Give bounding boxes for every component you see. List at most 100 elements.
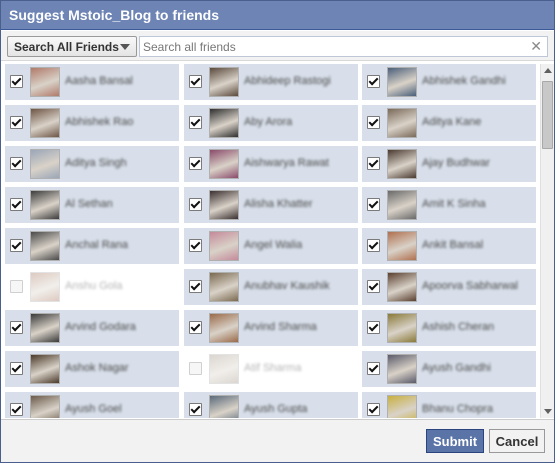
friend-name: Ankit Bansal: [422, 239, 484, 251]
friend-item[interactable]: Anubhav Kaushik: [184, 269, 358, 305]
friend-name: Anshu Gola: [65, 280, 123, 292]
friend-item[interactable]: Arvind Sharma: [184, 310, 358, 346]
avatar: [209, 354, 239, 384]
search-input[interactable]: [140, 37, 525, 56]
avatar: [209, 149, 239, 179]
friend-checkbox[interactable]: [367, 280, 380, 293]
friend-item[interactable]: Abhishek Gandhi: [362, 64, 536, 100]
friend-item[interactable]: Ayush Goel: [5, 392, 179, 418]
friend-checkbox[interactable]: [189, 116, 202, 129]
submit-button[interactable]: Submit: [426, 429, 484, 453]
avatar: [209, 190, 239, 220]
friend-name: Ashok Nagar: [65, 362, 129, 374]
avatar: [209, 395, 239, 418]
friend-item[interactable]: Amit K Sinha: [362, 187, 536, 223]
avatar: [30, 313, 60, 343]
avatar: [209, 272, 239, 302]
avatar: [30, 108, 60, 138]
avatar: [387, 272, 417, 302]
friend-checkbox[interactable]: [367, 157, 380, 170]
friend-item[interactable]: Ajay Budhwar: [362, 146, 536, 182]
friend-item[interactable]: Arvind Godara: [5, 310, 179, 346]
friend-checkbox[interactable]: [367, 198, 380, 211]
scroll-up-arrow-icon[interactable]: [544, 68, 552, 73]
friend-checkbox[interactable]: [367, 75, 380, 88]
scrollbar-thumb[interactable]: [542, 81, 553, 149]
friend-checkbox[interactable]: [10, 75, 23, 88]
friend-item[interactable]: Ankit Bansal: [362, 228, 536, 264]
scroll-down-arrow-icon[interactable]: [544, 409, 552, 414]
friend-checkbox[interactable]: [10, 321, 23, 334]
friend-item[interactable]: Al Sethan: [5, 187, 179, 223]
friend-checkbox[interactable]: [367, 362, 380, 375]
friend-checkbox[interactable]: [367, 239, 380, 252]
friend-item[interactable]: Atif Sharma: [184, 351, 358, 387]
friend-checkbox[interactable]: [10, 280, 23, 293]
friend-item[interactable]: Aby Arora: [184, 105, 358, 141]
friend-list[interactable]: Aasha Bansal Abhideep Rastogi Abhishek Gan…: [5, 64, 554, 418]
friend-name: Ayush Gandhi: [422, 362, 491, 374]
friend-name: Anubhav Kaushik: [244, 280, 330, 292]
avatar: [209, 108, 239, 138]
avatar: [387, 108, 417, 138]
friend-checkbox[interactable]: [189, 280, 202, 293]
friend-checkbox[interactable]: [189, 198, 202, 211]
friend-item[interactable]: Abhishek Rao: [5, 105, 179, 141]
avatar: [209, 67, 239, 97]
friend-item[interactable]: Bhanu Chopra: [362, 392, 536, 418]
friend-checkbox[interactable]: [10, 403, 23, 416]
friend-item[interactable]: Ayush Gupta: [184, 392, 358, 418]
cancel-button[interactable]: Cancel: [489, 429, 545, 453]
friend-checkbox[interactable]: [367, 116, 380, 129]
friend-checkbox[interactable]: [189, 321, 202, 334]
avatar: [387, 354, 417, 384]
friend-checkbox[interactable]: [189, 403, 202, 416]
avatar: [30, 272, 60, 302]
avatar: [209, 231, 239, 261]
avatar: [387, 67, 417, 97]
friend-checkbox[interactable]: [189, 75, 202, 88]
friend-item[interactable]: Ashish Cheran: [362, 310, 536, 346]
friend-name: Angel Walia: [244, 239, 303, 251]
friend-item[interactable]: Ayush Gandhi: [362, 351, 536, 387]
friend-item[interactable]: Anshu Gola: [5, 269, 179, 305]
friend-item[interactable]: Aditya Singh: [5, 146, 179, 182]
avatar: [30, 67, 60, 97]
friend-item[interactable]: Aditya Kane: [362, 105, 536, 141]
friend-checkbox[interactable]: [189, 239, 202, 252]
friend-name: Atif Sharma: [244, 362, 302, 374]
friend-item[interactable]: Aishwarya Rawat: [184, 146, 358, 182]
friend-checkbox[interactable]: [10, 116, 23, 129]
friend-item[interactable]: Angel Walia: [184, 228, 358, 264]
friend-name: Ayush Gupta: [244, 403, 308, 415]
friend-checkbox[interactable]: [367, 321, 380, 334]
friend-item[interactable]: Abhideep Rastogi: [184, 64, 358, 100]
dialog-footer: Submit Cancel: [1, 419, 554, 462]
friend-checkbox[interactable]: [10, 362, 23, 375]
friend-checkbox[interactable]: [10, 198, 23, 211]
friend-checkbox[interactable]: [189, 157, 202, 170]
friend-name: Bhanu Chopra: [422, 403, 493, 415]
dialog-title-bar: Suggest Mstoic_Blog to friends: [1, 1, 554, 30]
avatar: [387, 313, 417, 343]
friend-checkbox[interactable]: [10, 157, 23, 170]
friend-checkbox[interactable]: [10, 239, 23, 252]
friend-item[interactable]: Aasha Bansal: [5, 64, 179, 100]
avatar: [387, 231, 417, 261]
friend-item[interactable]: Alisha Khatter: [184, 187, 358, 223]
close-icon[interactable]: ✕: [530, 38, 542, 55]
dialog-title: Suggest Mstoic_Blog to friends: [9, 7, 220, 23]
friend-item[interactable]: Anchal Rana: [5, 228, 179, 264]
friend-item[interactable]: Ashok Nagar: [5, 351, 179, 387]
friend-filter-label: Search All Friends: [14, 39, 119, 54]
avatar: [30, 231, 60, 261]
friend-name: Aishwarya Rawat: [244, 157, 329, 169]
friend-filter-dropdown[interactable]: Search All Friends: [7, 36, 137, 57]
friend-checkbox[interactable]: [367, 403, 380, 416]
scrollbar[interactable]: [540, 64, 554, 418]
friend-name: Aby Arora: [244, 116, 293, 128]
friend-checkbox[interactable]: [189, 362, 202, 375]
search-box: ✕: [139, 36, 548, 57]
friend-item[interactable]: Apoorva Sabharwal: [362, 269, 536, 305]
avatar: [387, 149, 417, 179]
